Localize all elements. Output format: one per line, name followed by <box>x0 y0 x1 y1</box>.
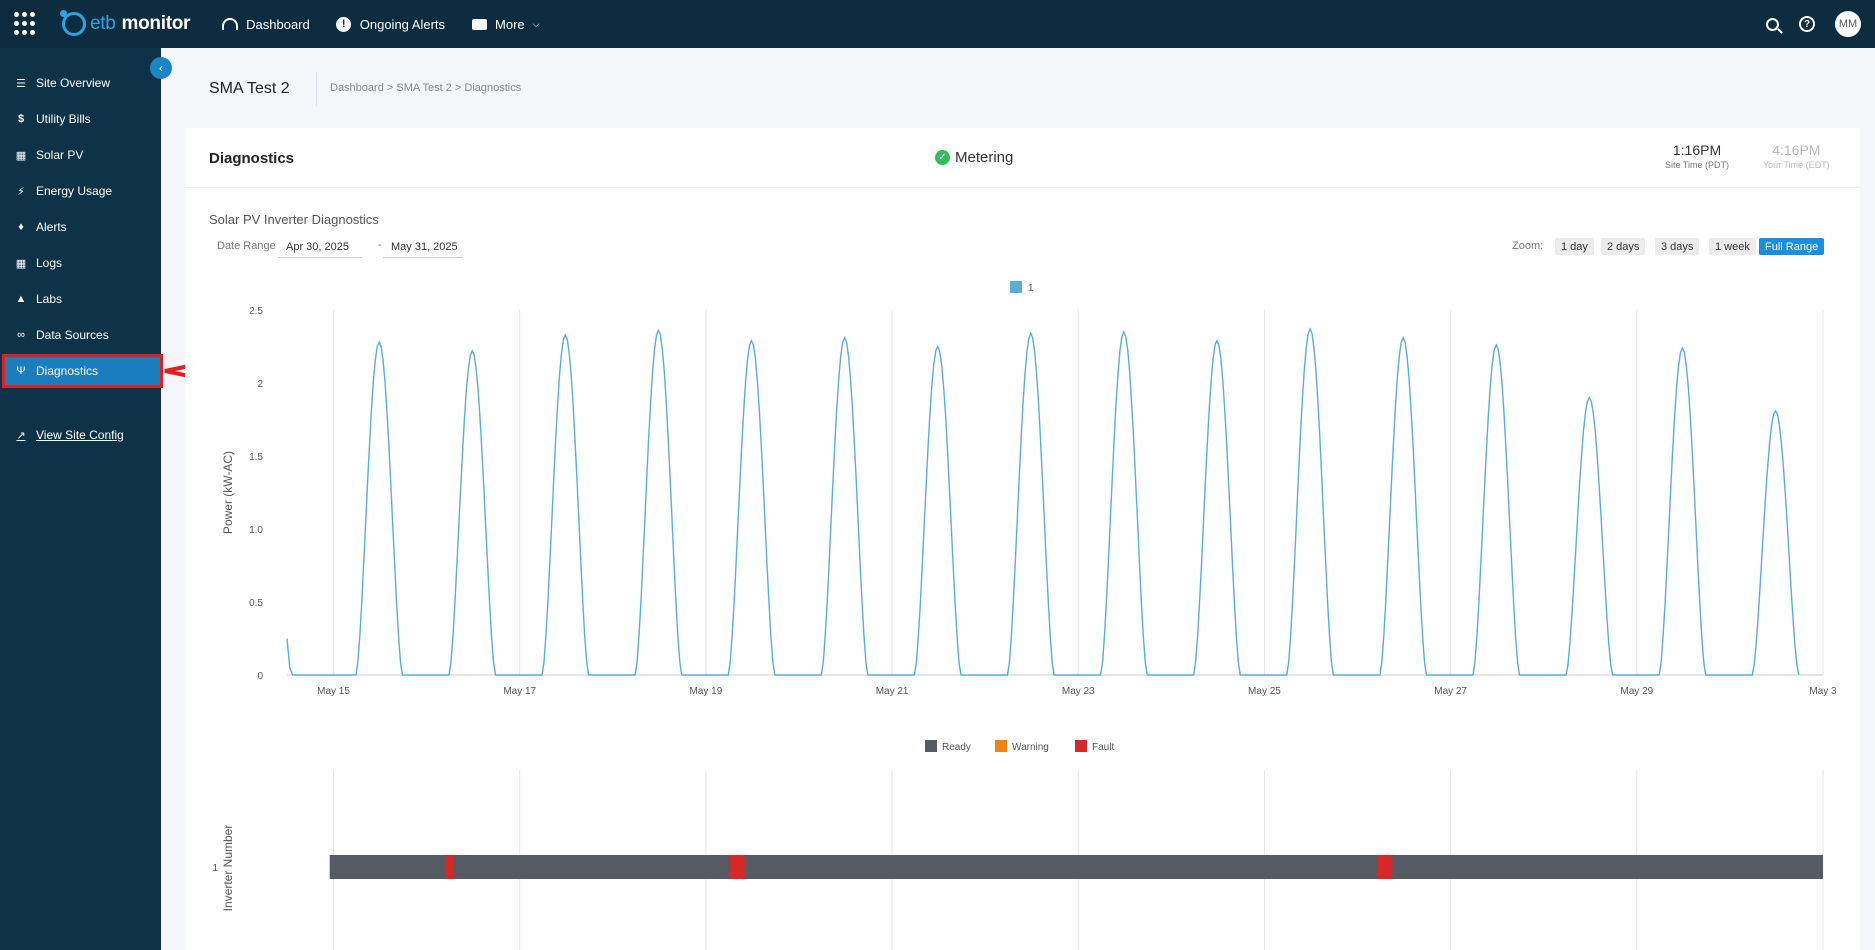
logo[interactable]: etb monitor <box>60 10 191 36</box>
diagnostics-charts: May 15 May 17 May 19 May 21 May 23 May 25 May … <box>212 281 1837 950</box>
logo-prefix: etb <box>90 13 116 34</box>
flask-icon: ▲ <box>15 293 27 305</box>
y-tick-label: 0 <box>257 671 263 682</box>
sidebar-item-logs[interactable]: ▦ Logs <box>4 248 161 278</box>
legend-label: 1 <box>1028 283 1034 294</box>
y-tick-label: 2.5 <box>249 306 263 317</box>
sidebar-item-energy-usage[interactable]: ⚡ Energy Usage <box>4 176 161 206</box>
view-site-config-link[interactable]: ↗ View Site Config <box>4 420 161 450</box>
chevron-down-icon: ⌵ <box>532 18 540 29</box>
timeline-legend-label: Fault <box>1092 742 1114 753</box>
x-tick-label: May 19 <box>690 686 723 697</box>
y-tick-label: 1.5 <box>249 452 263 463</box>
breadcrumb-site[interactable]: SMA Test 2 <box>396 82 451 94</box>
top-navigation-bar: etb monitor Dashboard ! Ongoing Alerts M… <box>0 0 1875 48</box>
bell-icon: ♦ <box>18 221 24 233</box>
sidebar-item-diagnostics[interactable]: Ψ Diagnostics <box>2 354 163 388</box>
timeline-legend-label: Ready <box>942 742 971 753</box>
folder-icon <box>471 16 487 32</box>
y-tick-label: 1.0 <box>249 525 263 536</box>
logo-name: monitor <box>121 13 191 34</box>
timeline-legend-swatch <box>995 740 1007 752</box>
alert-icon: ! <box>336 16 352 32</box>
sidebar-item-label: Labs <box>36 292 63 306</box>
table-icon: ▦ <box>15 257 27 270</box>
nav-dashboard[interactable]: Dashboard <box>222 16 310 32</box>
legend-swatch <box>1010 281 1022 293</box>
sidebar-item-label: Solar PV <box>36 148 84 162</box>
breadcrumb-current: Diagnostics <box>464 82 522 94</box>
sidebar-item-label: Logs <box>36 256 63 270</box>
nav-dashboard-label: Dashboard <box>246 16 310 32</box>
sidebar-item-label: Data Sources <box>36 328 109 342</box>
breadcrumb-separator: > <box>386 82 394 94</box>
nav-ongoing-alerts-label: Ongoing Alerts <box>359 16 446 32</box>
x-tick-label: May 17 <box>503 686 536 697</box>
x-tick-label: May 21 <box>876 686 909 697</box>
layers-icon: ☰ <box>16 77 26 90</box>
nav-more[interactable]: More ⌵ <box>471 16 539 32</box>
x-tick-label: May 25 <box>1248 686 1281 697</box>
bolt-icon: ⚡ <box>17 185 25 198</box>
stethoscope-icon: Ψ <box>16 365 26 377</box>
breadcrumb-dashboard[interactable]: Dashboard <box>330 82 384 94</box>
y-tick-label: 0.5 <box>249 598 263 609</box>
apps-grid-icon[interactable] <box>14 12 38 36</box>
timeline-segment-fault <box>1376 855 1393 879</box>
solar-panel-icon: ▦ <box>15 149 27 162</box>
timeline-y-axis-label: Inverter Number <box>221 825 235 912</box>
x-tick-label: May 27 <box>1434 686 1467 697</box>
timeline-y-tick-label: 1 <box>212 863 218 874</box>
power-chart: May 15 May 17 May 19 May 21 May 23 May 25 May … <box>221 281 1837 697</box>
timeline-legend-swatch <box>1075 740 1087 752</box>
sidebar-item-utility-bills[interactable]: $ Utility Bills <box>4 104 161 134</box>
title-divider <box>316 72 317 106</box>
timeline-legend-swatch <box>925 740 937 752</box>
sidebar-item-label: Utility Bills <box>36 112 91 126</box>
inverter-status-chart: Ready Warning Fault Inverter Number1 <box>212 740 1824 950</box>
sidebar-item-label: Alerts <box>36 220 67 234</box>
dollar-icon: $ <box>17 113 25 125</box>
dashboard-icon <box>222 16 239 32</box>
nav-more-label: More <box>495 16 525 32</box>
breadcrumb-separator: > <box>454 82 462 94</box>
timeline-segment-fault <box>446 855 454 879</box>
timeline-segment-fault <box>729 855 745 879</box>
sidebar-item-data-sources[interactable]: ∞ Data Sources <box>4 320 161 350</box>
x-tick-label: May 29 <box>1620 686 1653 697</box>
nav-ongoing-alerts[interactable]: ! Ongoing Alerts <box>336 16 445 32</box>
breadcrumb: Dashboard > SMA Test 2 > Diagnostics <box>330 82 521 94</box>
diagnostics-card: Diagnostics ✓ Metering 1:16PM Site Time … <box>185 128 1860 950</box>
x-tick-label: May 23 <box>1062 686 1095 697</box>
timeline-legend-label: Warning <box>1012 742 1049 753</box>
series-1-line <box>286 327 1800 676</box>
page-title: SMA Test 2 <box>209 80 290 97</box>
sidebar-item-labs[interactable]: ▲ Labs <box>4 284 161 314</box>
collapse-sidebar-button[interactable]: ‹ <box>150 57 172 79</box>
sidebar-item-alerts[interactable]: ♦ Alerts <box>4 212 161 242</box>
search-icon[interactable] <box>1766 17 1779 31</box>
sidebar-item-site-overview[interactable]: ☰ Site Overview <box>4 68 161 98</box>
sidebar-item-label: Energy Usage <box>36 184 113 198</box>
y-axis-label: Power (kW-AC) <box>221 451 235 534</box>
external-link-icon: ↗ <box>16 429 26 442</box>
x-tick-label: May 15 <box>317 686 350 697</box>
sidebar-item-label: Diagnostics <box>36 364 99 378</box>
top-right-actions: ? MM <box>1766 11 1861 37</box>
top-nav: Dashboard ! Ongoing Alerts More ⌵ <box>222 16 539 32</box>
help-icon[interactable]: ? <box>1799 16 1815 32</box>
plug-icon: ∞ <box>17 329 25 341</box>
view-site-config-label: View Site Config <box>36 428 124 442</box>
logo-mark-icon <box>60 10 86 36</box>
sidebar-item-label: Site Overview <box>36 76 111 90</box>
timeline-segment-ready <box>329 855 1824 879</box>
avatar[interactable]: MM <box>1835 11 1861 37</box>
x-tick-label: May 3 <box>1809 686 1837 697</box>
sidebar: ☰ Site Overview $ Utility Bills ▦ Solar … <box>0 48 163 950</box>
sidebar-item-solar-pv[interactable]: ▦ Solar PV <box>4 140 161 170</box>
y-tick-label: 2 <box>257 379 263 390</box>
